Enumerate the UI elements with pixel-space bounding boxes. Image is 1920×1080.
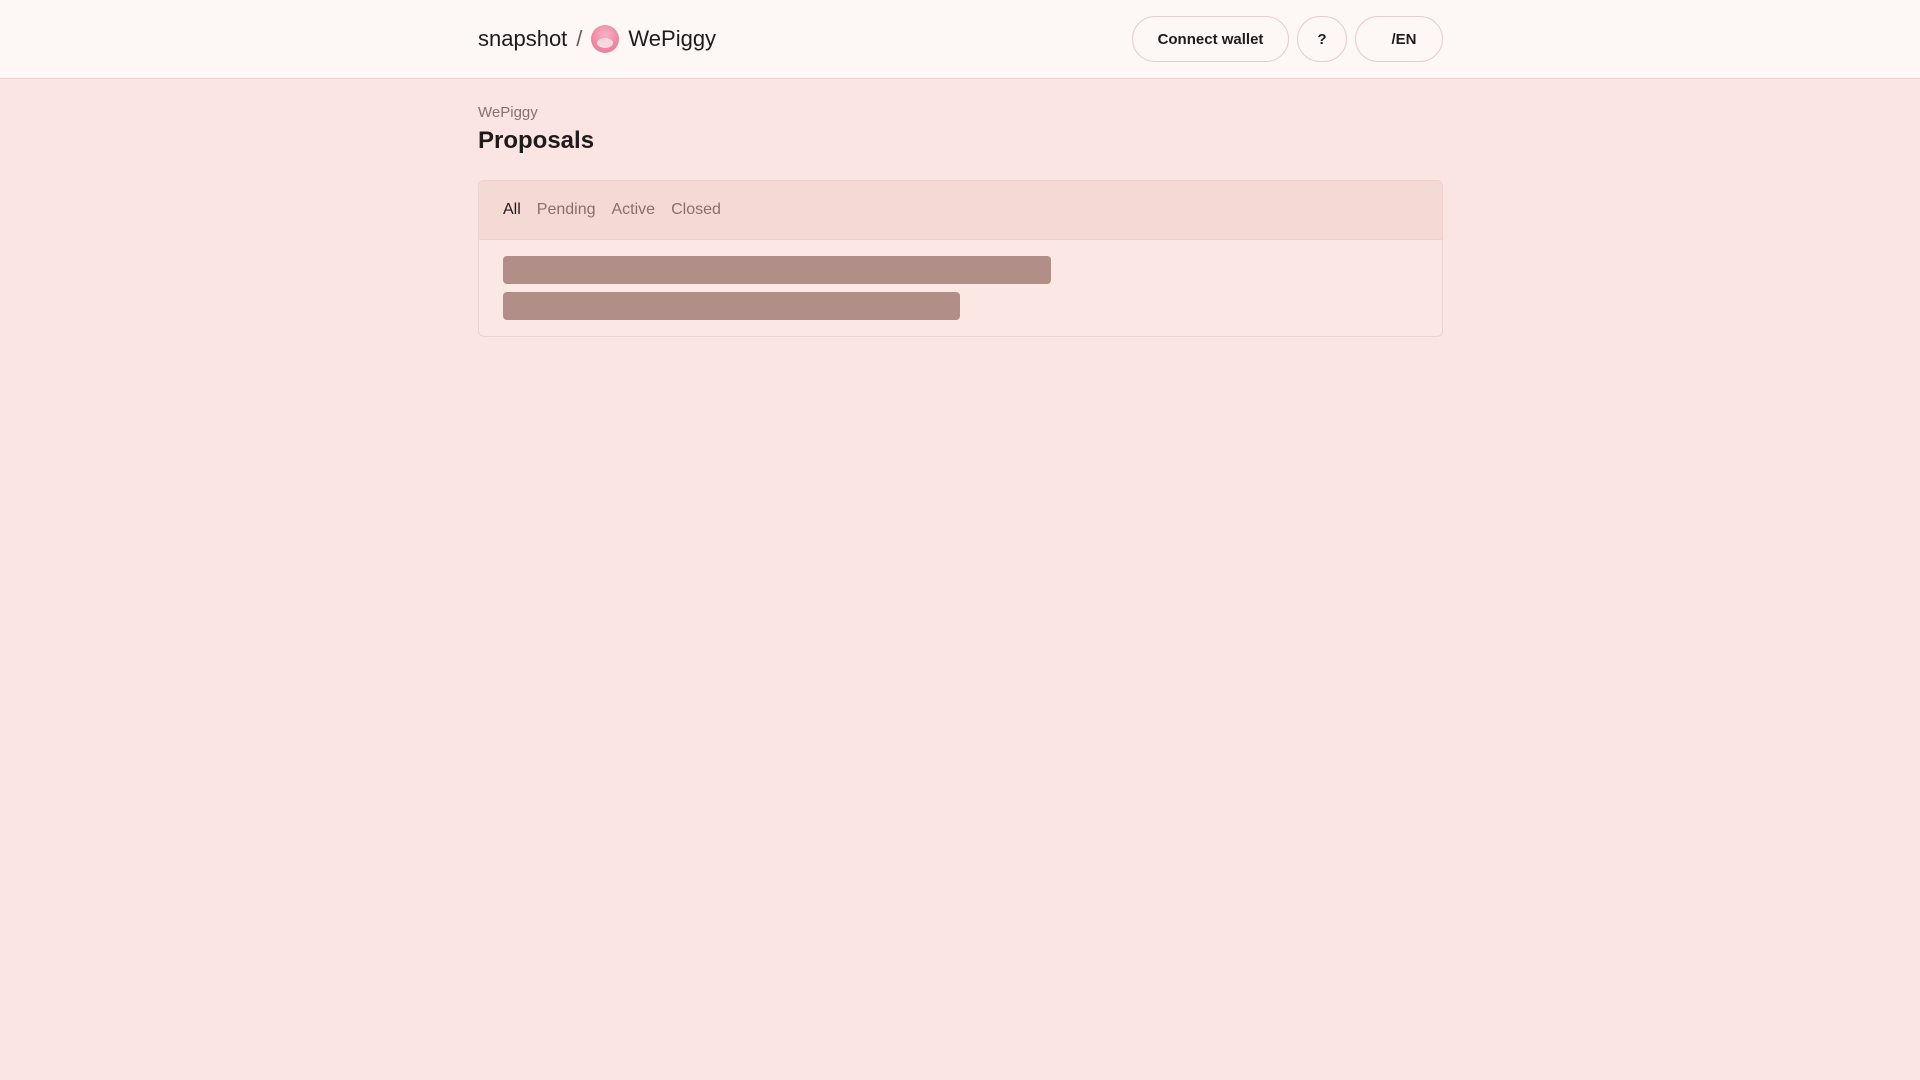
- space-label[interactable]: WePiggy: [478, 104, 1443, 121]
- tab-active[interactable]: Active: [612, 201, 656, 219]
- loading-skeleton-line: [503, 292, 960, 320]
- proposals-loading-body: [479, 240, 1442, 336]
- top-navbar: snapshot / WePiggy Connect wallet ? /EN: [0, 0, 1920, 79]
- help-button[interactable]: ?: [1297, 16, 1347, 62]
- brand-breadcrumb: snapshot / WePiggy: [478, 25, 716, 53]
- space-avatar[interactable]: [591, 25, 620, 53]
- tab-closed[interactable]: Closed: [671, 201, 721, 219]
- snapshot-logo-link[interactable]: snapshot: [478, 26, 567, 52]
- main-content: WePiggy Proposals All Pending Active Clo…: [478, 79, 1443, 337]
- breadcrumb-separator: /: [576, 26, 583, 51]
- proposal-filter-tabs: All Pending Active Closed: [479, 181, 1442, 240]
- tab-all[interactable]: All: [503, 201, 521, 219]
- page-title: Proposals: [478, 127, 595, 154]
- navbar-actions: Connect wallet ? /EN: [1132, 16, 1443, 62]
- connect-wallet-button[interactable]: Connect wallet: [1132, 16, 1289, 62]
- proposals-card: All Pending Active Closed: [478, 180, 1443, 337]
- tab-pending[interactable]: Pending: [537, 201, 596, 219]
- loading-skeleton-line: [503, 256, 1051, 284]
- navbar-container: snapshot / WePiggy Connect wallet ? /EN: [478, 0, 1443, 78]
- language-button[interactable]: /EN: [1355, 16, 1443, 62]
- space-name-link[interactable]: WePiggy: [628, 26, 716, 52]
